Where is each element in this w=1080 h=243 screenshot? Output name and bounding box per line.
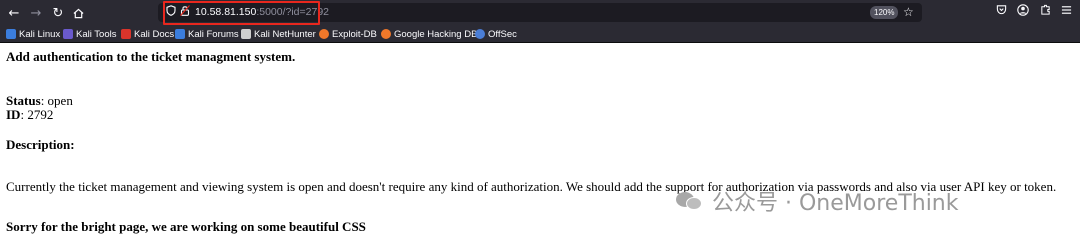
bookmark-label: Exploit-DB [332,28,377,40]
bookmark-kali-linux[interactable]: Kali Linux [6,27,60,41]
insecure-lock-icon[interactable] [178,5,192,19]
menu-icon[interactable] [1058,4,1074,20]
kali-tools-icon [63,29,73,39]
bookmark-exploit-db[interactable]: Exploit-DB [319,27,377,41]
ghdb-icon [381,29,391,39]
id-label: ID [6,107,21,122]
footer-note: Sorry for the bright page, we are workin… [6,219,366,234]
bookmark-label: Kali Docs [134,28,175,40]
bookmarks-bar: Kali Linux Kali Tools Kali Docs Kali For… [0,25,1080,43]
url-bar[interactable]: 10.58.81.150:5000/?id=2792 120% ☆ [158,3,922,22]
watermark: 公众号 · OneMoreThink [676,186,959,216]
bookmark-label: Kali Tools [76,28,117,40]
bookmark-google-hacking-db[interactable]: Google Hacking DB [381,27,477,41]
reload-icon: ↻ [52,5,64,21]
arrow-right-icon: → [30,5,42,21]
home-icon [73,8,83,18]
home-button[interactable] [69,4,87,22]
bookmark-kali-tools[interactable]: Kali Tools [63,27,117,41]
exploit-db-icon [319,29,329,39]
nethunter-icon [241,29,251,39]
extensions-icon[interactable] [1037,4,1053,20]
url-path: :5000/?id=2792 [256,6,330,18]
bookmark-kali-forums[interactable]: Kali Forums [175,27,239,41]
ticket-status: Status: open [6,94,73,108]
shield-icon[interactable] [164,5,178,19]
bookmark-label: OffSec [488,28,517,40]
zoom-level-badge[interactable]: 120% [870,6,899,19]
status-value: : open [40,93,73,108]
bookmark-star-icon[interactable]: ☆ [903,4,914,20]
bookmark-label: Kali Forums [188,28,239,40]
url-text[interactable]: 10.58.81.150:5000/?id=2792 [195,5,329,20]
watermark-text: 公众号 · OneMoreThink [712,191,959,216]
pocket-icon[interactable] [993,4,1009,20]
bookmark-kali-docs[interactable]: Kali Docs [121,27,174,41]
bookmark-offsec[interactable]: OffSec [475,27,517,41]
bookmark-kali-nethunter[interactable]: Kali NetHunter [241,27,316,41]
back-button[interactable]: ← [5,4,23,22]
wechat-icon [676,190,704,212]
offsec-icon [475,29,485,39]
reload-button[interactable]: ↻ [49,4,67,22]
kali-forums-icon [175,29,185,39]
account-icon[interactable] [1015,4,1031,20]
bookmark-label: Kali NetHunter [254,28,316,40]
kali-docs-icon [121,29,131,39]
browser-toolbar: ← → ↻ 10.58.81.150:5000/?id=2792 120% ☆ [0,0,1080,25]
arrow-left-icon: ← [8,5,20,21]
kali-dragon-icon [6,29,16,39]
id-value: : 2792 [20,107,54,122]
status-label: Status [6,93,41,108]
url-host: 10.58.81.150 [195,6,257,18]
bookmark-label: Kali Linux [19,28,61,40]
ticket-title: Add authentication to the ticket managme… [6,49,296,64]
forward-button[interactable]: → [27,4,45,22]
description-heading: Description: [6,137,75,152]
ticket-id: ID: 2792 [6,108,53,122]
bookmark-label: Google Hacking DB [394,28,478,40]
